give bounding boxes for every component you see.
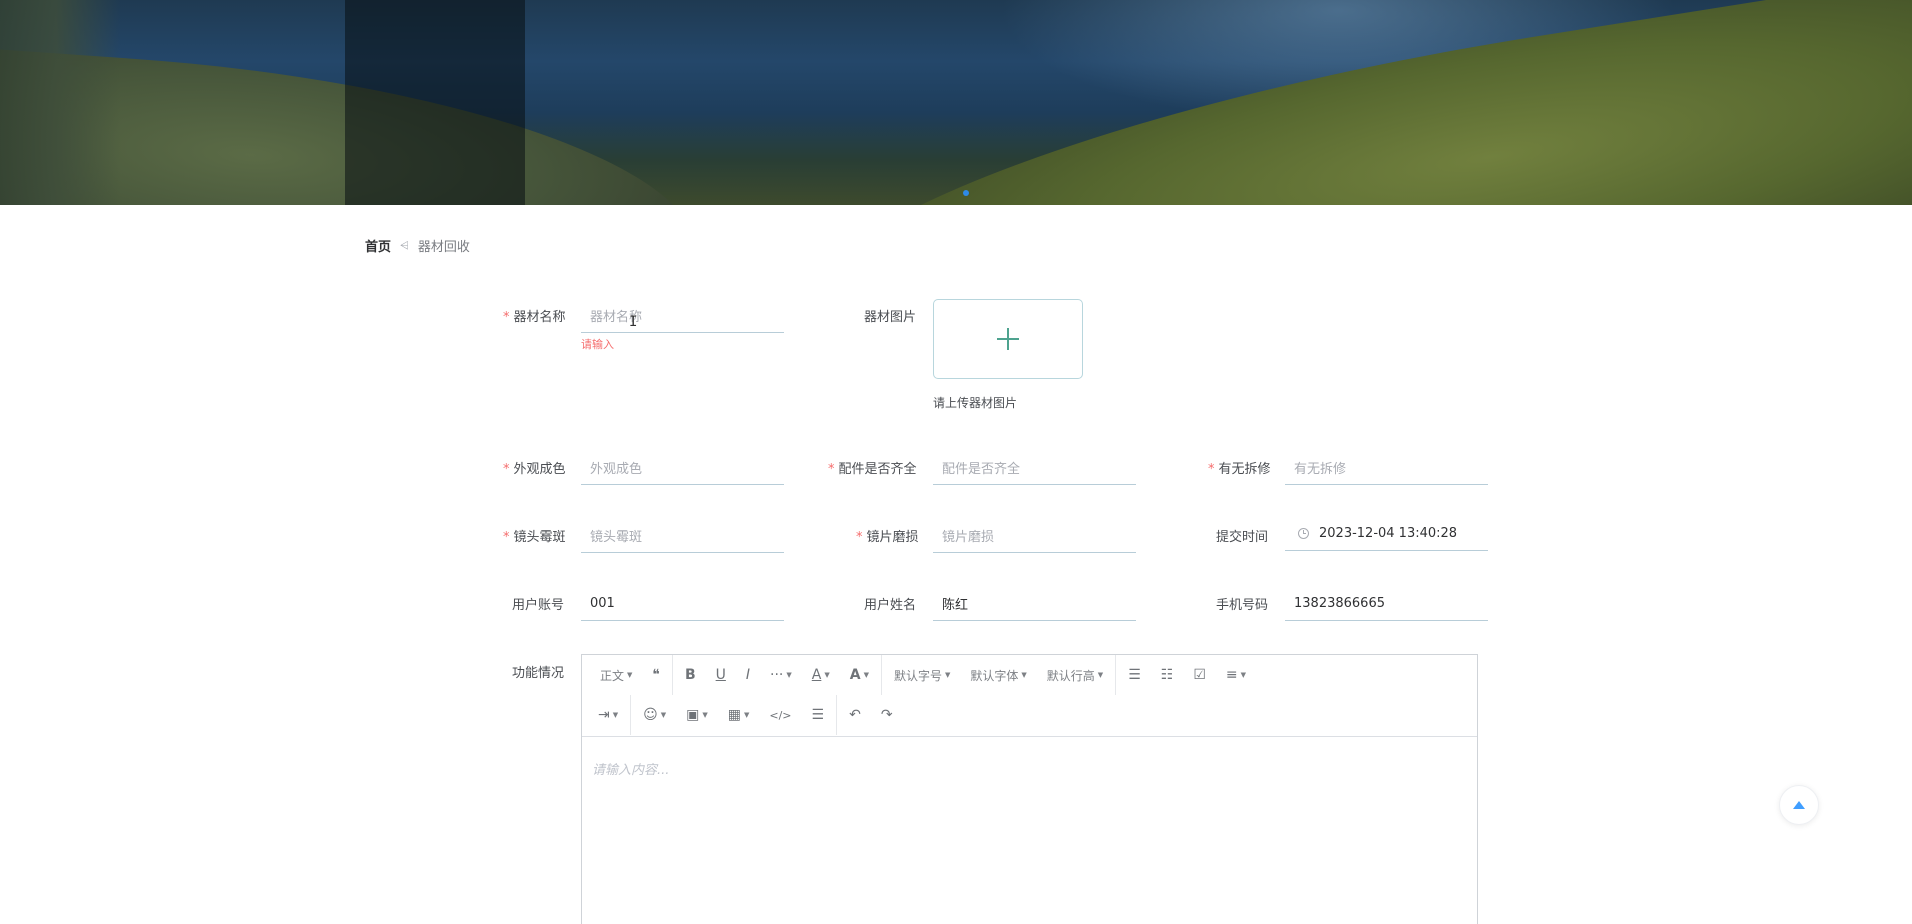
image-upload[interactable] — [933, 299, 1083, 379]
lens-wear-label: * 镜片磨损 — [856, 530, 919, 545]
editor-content[interactable]: 请输入内容... — [582, 737, 1477, 800]
bold-button[interactable]: B — [675, 662, 706, 688]
font-color-button[interactable]: A ▼ — [802, 662, 840, 688]
emoji-icon: ☺ — [643, 707, 658, 723]
breadcrumb-current: 器材回收 — [417, 240, 470, 255]
text-cursor-icon: I — [629, 314, 638, 330]
phone-input[interactable]: 13823866665 — [1285, 587, 1488, 621]
background-color-icon: A — [849, 667, 861, 683]
toolbar-divider — [671, 655, 673, 695]
editor-placeholder: 请输入内容... — [592, 763, 670, 778]
lens-mold-input[interactable]: 镜头霉斑 — [581, 519, 784, 553]
repair-label: * 有无拆修 — [1208, 462, 1271, 477]
image-label: 器材图片 — [864, 310, 917, 325]
indent-button[interactable]: ⇥ ▼ — [582, 702, 628, 728]
numbered-list-button[interactable]: ☷ — [1151, 662, 1184, 688]
lens-mold-label: * 镜头霉斑 — [503, 530, 566, 545]
lens-wear-input[interactable]: 镜片磨损 — [933, 519, 1136, 553]
toolbar-divider — [836, 695, 838, 735]
font-size-select[interactable]: 默认字号 ▼ — [884, 662, 960, 688]
bg-color-button[interactable]: A ▼ — [840, 662, 879, 688]
underline-icon: U — [715, 667, 726, 683]
code-icon: </> — [769, 708, 792, 722]
username-label: 用户姓名 — [864, 598, 917, 613]
submit-time-label: 提交时间 — [1216, 530, 1269, 545]
checkbox-icon: ☑ — [1193, 667, 1206, 683]
insert-table-button[interactable]: ▦ ▼ — [718, 702, 760, 728]
submit-time-picker[interactable]: 2023-12-04 13:40:28 — [1285, 517, 1488, 551]
bullet-list-icon: ☰ — [1128, 667, 1141, 683]
bullet-list-button[interactable]: ☰ — [1118, 662, 1151, 688]
breadcrumb-separator-icon: ⩤ — [400, 238, 409, 252]
toolbar-divider — [1115, 655, 1117, 695]
banner-landscape-right — [766, 0, 1912, 205]
redo-button[interactable]: ↷ — [871, 702, 903, 728]
breadcrumb-home[interactable]: 首页 — [365, 236, 391, 255]
clock-icon — [1298, 528, 1309, 539]
account-input[interactable]: 001 — [581, 587, 784, 621]
table-icon: ▦ — [727, 707, 741, 723]
indent-icon: ⇥ — [598, 707, 610, 723]
rich-text-editor: 正文 ▼ ❝ B U I ··· ▼ A ▼ A ▼ 默认字号 ▼ 默认字体 ▼ 默认行高 ▼… — [581, 654, 1478, 924]
more-icon: ··· — [770, 667, 784, 683]
undo-icon: ↶ — [849, 707, 861, 723]
numbered-list-icon: ☷ — [1160, 667, 1174, 683]
banner-rocks — [0, 0, 120, 205]
carousel-indicator[interactable] — [963, 190, 969, 196]
account-label: 用户账号 — [512, 598, 565, 613]
redo-icon: ↷ — [880, 707, 893, 723]
bold-icon: B — [684, 667, 696, 683]
divider-icon: ☰ — [811, 707, 825, 723]
toolbar-divider — [880, 655, 882, 695]
blockquote-button[interactable]: ❝ — [642, 662, 670, 688]
name-error: 请输入 — [581, 338, 614, 351]
back-to-top-button[interactable] — [1779, 785, 1819, 825]
repair-input[interactable]: 有无拆修 — [1285, 451, 1488, 485]
font-family-select[interactable]: 默认字体 ▼ — [960, 662, 1036, 688]
line-height-select[interactable]: 默认行高 ▼ — [1037, 662, 1113, 688]
code-block-button[interactable]: </> — [759, 702, 801, 728]
toolbar-row-2: ⇥ ▼ ☺ ▼ ▣ ▼ ▦ ▼ </> ☰ ↶ ↷ — [582, 695, 903, 735]
accessories-label: * 配件是否齐全 — [828, 462, 917, 477]
image-icon: ▣ — [686, 707, 700, 723]
italic-icon: I — [745, 667, 751, 683]
username-input[interactable]: 陈红 — [933, 587, 1136, 621]
font-color-icon: A — [811, 667, 822, 683]
quote-icon: ❝ — [652, 667, 660, 683]
breadcrumb: 首页 ⩤ 器材回收 — [365, 236, 470, 256]
banner-carousel — [0, 0, 1912, 205]
name-label: * 器材名称 — [503, 310, 566, 325]
align-button[interactable]: ≡ ▼ — [1216, 662, 1256, 688]
banner-overlay — [345, 0, 525, 205]
phone-label: 手机号码 — [1216, 598, 1269, 613]
appearance-label: * 外观成色 — [503, 462, 566, 477]
toolbar-divider — [630, 695, 632, 735]
undo-button[interactable]: ↶ — [839, 702, 871, 728]
todo-button[interactable]: ☑ — [1183, 662, 1216, 688]
function-label: 功能情况 — [512, 666, 565, 681]
appearance-input[interactable]: 外观成色 — [581, 451, 784, 485]
name-input[interactable]: 器材名称 — [581, 299, 784, 333]
divider-button[interactable]: ☰ — [802, 702, 835, 728]
align-icon: ≡ — [1225, 667, 1238, 683]
editor-toolbar: 正文 ▼ ❝ B U I ··· ▼ A ▼ A ▼ 默认字号 ▼ 默认字体 ▼ 默认行高 ▼… — [582, 655, 1477, 737]
more-styles-button[interactable]: ··· ▼ — [760, 662, 802, 688]
paragraph-select[interactable]: 正文 ▼ — [582, 662, 642, 688]
arrow-up-icon — [1793, 801, 1805, 809]
accessories-input[interactable]: 配件是否齐全 — [933, 451, 1136, 485]
insert-image-button[interactable]: ▣ ▼ — [676, 702, 718, 728]
plus-icon — [997, 328, 1019, 350]
underline-button[interactable]: U — [706, 662, 736, 688]
emoji-button[interactable]: ☺ ▼ — [633, 702, 676, 728]
toolbar-row-1: 正文 ▼ ❝ B U I ··· ▼ A ▼ A ▼ 默认字号 ▼ 默认字体 ▼ 默认行高 ▼… — [582, 655, 1256, 695]
image-upload-hint: 请上传器材图片 — [933, 396, 1018, 410]
italic-button[interactable]: I — [736, 662, 760, 688]
